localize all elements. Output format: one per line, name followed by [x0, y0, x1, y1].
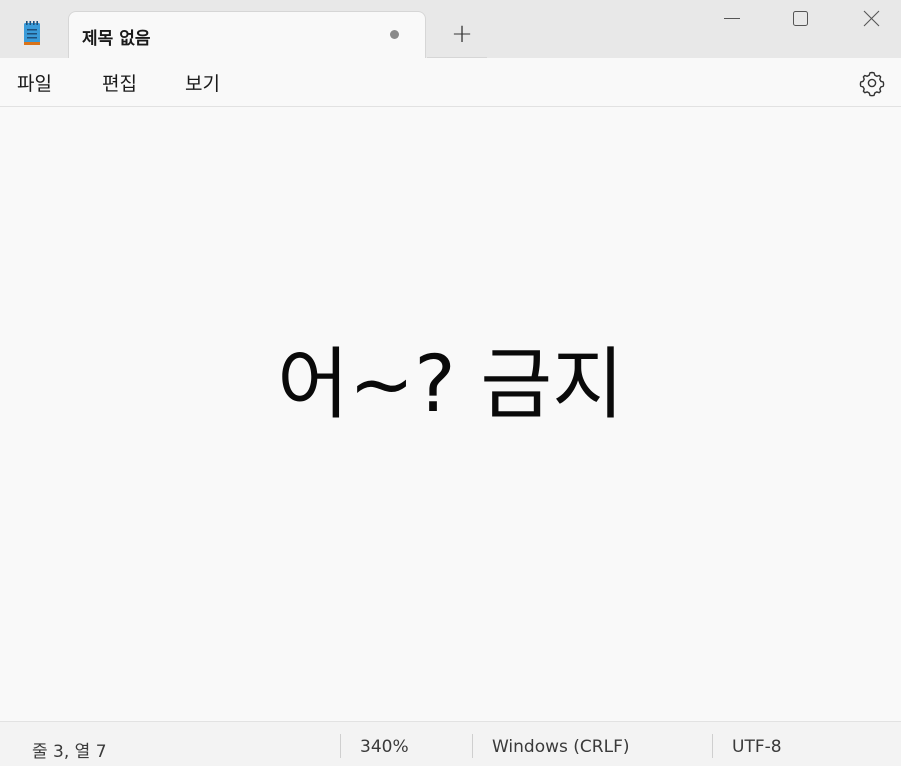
title-bar: 제목 없음 +	[0, 0, 901, 58]
menu-edit[interactable]: 편집	[102, 69, 137, 96]
text-editor-area[interactable]: 어~? 금지	[0, 107, 901, 721]
close-icon[interactable]	[841, 0, 901, 38]
menu-view[interactable]: 보기	[185, 69, 220, 96]
minimize-icon[interactable]	[702, 0, 762, 38]
notepad-window: 제목 없음 + 파일 편집 보기 어~? 금지 줄 3, 열 7 340% Wi…	[0, 0, 901, 766]
new-tab-button[interactable]: +	[447, 20, 477, 50]
gear-icon[interactable]	[858, 69, 886, 97]
status-divider	[340, 734, 341, 758]
tab-title: 제목 없음	[82, 29, 151, 49]
unsaved-dot-icon[interactable]	[390, 30, 399, 39]
menu-bar: 파일 편집 보기	[0, 58, 901, 107]
line-ending[interactable]: Windows (CRLF)	[492, 737, 630, 757]
status-bar: 줄 3, 열 7 340% Windows (CRLF) UTF-8	[0, 721, 901, 766]
cursor-position: 줄 3, 열 7	[32, 742, 107, 762]
maximize-icon[interactable]	[770, 0, 830, 38]
notepad-icon	[24, 21, 40, 45]
editor-content[interactable]: 어~? 금지	[0, 335, 901, 435]
menu-file[interactable]: 파일	[17, 69, 52, 96]
encoding[interactable]: UTF-8	[732, 737, 782, 757]
zoom-level[interactable]: 340%	[360, 737, 409, 757]
tab-untitled[interactable]: 제목 없음	[68, 11, 426, 58]
status-divider	[472, 734, 473, 758]
status-divider	[712, 734, 713, 758]
